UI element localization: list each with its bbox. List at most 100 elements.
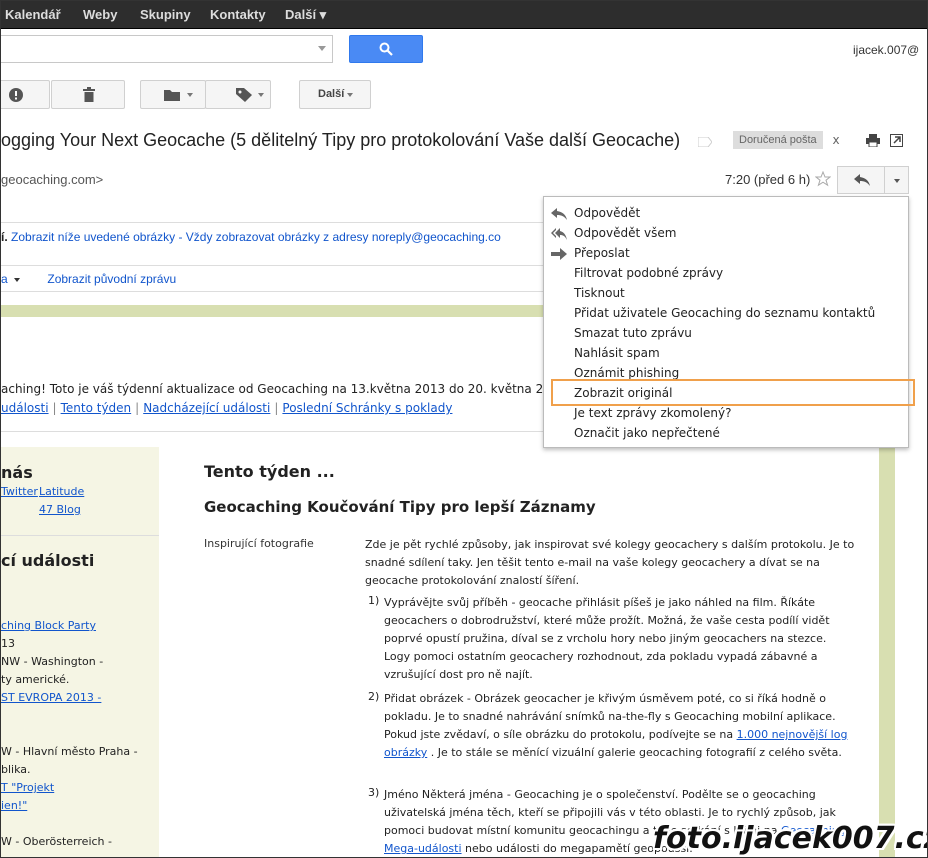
sidebar-event-line: NW - Washington - — [1, 655, 104, 668]
message-actions-row: a Zobrazit původní zprávu — [1, 272, 176, 286]
divider — [1, 265, 546, 266]
labels-button[interactable] — [205, 80, 271, 109]
partial-action[interactable]: a — [1, 272, 8, 286]
print-icon[interactable] — [866, 134, 880, 147]
sidebar-event-line[interactable]: T "Projekt — [1, 781, 54, 794]
menu-item-garbled-text[interactable]: Je text zprávy zkomolený? — [574, 406, 731, 420]
article-title: Geocaching Koučování Tipy pro lepší Zázn… — [204, 498, 596, 516]
divider — [1, 535, 159, 536]
sidebar-heading-social: nás — [1, 463, 33, 482]
list-item: Přidat obrázek - Obrázek geocacher je kř… — [384, 692, 848, 759]
search-icon — [379, 42, 393, 56]
message-more-button[interactable] — [884, 166, 909, 194]
delete-button[interactable] — [51, 80, 125, 109]
folder-icon — [164, 90, 180, 101]
more-actions-label: Další — [318, 88, 345, 100]
menu-item-forward[interactable]: Přeposlat — [574, 246, 630, 260]
latest-caches-link[interactable]: Poslední Schránky s poklady — [282, 401, 452, 415]
menu-item-report-spam[interactable]: Nahlásit spam — [574, 346, 660, 360]
chevron-down-icon — [187, 93, 193, 97]
forward-icon — [551, 248, 567, 260]
sidebar-event-line[interactable]: ien!" — [1, 799, 27, 812]
nav-contacts[interactable]: Kontakty — [210, 7, 266, 22]
nav-more[interactable]: Další ▾ — [285, 7, 326, 23]
menu-item-print[interactable]: Tisknout — [574, 286, 625, 300]
always-show-images-link[interactable]: Vždy zobrazovat obrázky z adresy noreply… — [186, 230, 501, 244]
importance-marker-icon[interactable] — [698, 137, 712, 147]
report-spam-button[interactable] — [1, 80, 50, 109]
sidebar-event-line[interactable]: ST EVROPA 2013 - — [1, 691, 101, 704]
sender-address: geocaching.com> — [1, 172, 104, 187]
inbox-label-tag: Doručená pošta — [733, 131, 823, 149]
menu-item-filter[interactable]: Filtrovat podobné zprávy — [574, 266, 723, 280]
show-images-link[interactable]: Zobrazit níže uvedené obrázky — [11, 230, 175, 244]
reply-icon — [551, 208, 567, 220]
nav-calendar[interactable]: Kalendář — [5, 7, 61, 22]
search-button[interactable] — [349, 35, 423, 63]
gmail-window: Kalendář Weby Skupiny Kontakty Další ▾ i… — [0, 0, 928, 858]
email-sidebar: nás Twitter Latitude 47 Blog cí události… — [1, 447, 159, 857]
menu-item-reply[interactable]: Odpovědět — [574, 206, 640, 220]
sidebar-heading-events: cí události — [1, 551, 95, 570]
upcoming-events-link[interactable]: Nadcházející události — [143, 401, 270, 415]
chevron-down-icon — [14, 277, 21, 282]
spam-icon — [9, 88, 23, 102]
reply-icon — [854, 174, 870, 186]
menu-item-reply-all[interactable]: Odpovědět všem — [574, 226, 676, 240]
divider — [1, 291, 546, 292]
sidebar-event-line: ty americké. — [1, 673, 70, 686]
images-warning-bar: í. Zobrazit níže uvedené obrázky - Vždy … — [1, 230, 501, 244]
nav-sites[interactable]: Weby — [83, 7, 117, 22]
list-number: 3) — [368, 786, 380, 799]
email-section-links: události | Tento týden | Nadcházející událos… — [1, 401, 453, 415]
more-actions-button[interactable]: Další — [299, 80, 371, 109]
events-link[interactable]: události — [1, 401, 49, 415]
list-number: 2) — [368, 690, 380, 703]
menu-item-report-phishing[interactable]: Oznámit phishing — [574, 366, 679, 380]
watermark: foto.ijacek007.cz :-) — [653, 821, 928, 856]
twitter-link[interactable]: Twitter — [1, 485, 38, 498]
label-icon — [236, 88, 252, 102]
section-title-this-week: Tento týden ... — [204, 462, 335, 481]
user-account[interactable]: ijacek.007@ — [853, 43, 919, 57]
message-actions-menu: Odpovědět Odpovědět všem Přeposlat Filtr… — [543, 196, 909, 448]
nav-groups[interactable]: Skupiny — [140, 7, 191, 22]
remove-label-button[interactable]: x — [829, 131, 843, 149]
message-time: 7:20 (před 6 h) — [725, 172, 811, 187]
sidebar-event-line[interactable]: ching Block Party — [1, 619, 96, 632]
sidebar-event-line: blika. — [1, 763, 31, 776]
search-options-icon[interactable] — [318, 46, 326, 51]
images-warning-text: í. — [1, 230, 8, 244]
article-label: Inspirující fotografie — [204, 537, 314, 550]
reply-button[interactable] — [837, 166, 885, 194]
sidebar-event-line: W - Oberösterreich - — [1, 835, 112, 848]
menu-item-mark-unread[interactable]: Označit jako nepřečtené — [574, 426, 720, 440]
chevron-down-icon — [894, 179, 900, 183]
list-number: 1) — [368, 594, 380, 607]
divider — [1, 222, 546, 223]
menu-item-add-contact[interactable]: Přidat uživatele Geocaching do seznamu k… — [574, 306, 875, 320]
show-original-highlight — [551, 379, 915, 406]
show-original-link[interactable]: Zobrazit původní zprávu — [47, 272, 176, 286]
email-right-border — [879, 447, 895, 857]
latitude-link[interactable]: Latitude — [39, 485, 84, 498]
email-subject: ogging Your Next Geocache (5 dělitelný T… — [1, 130, 681, 150]
top-navigation-bar: Kalendář Weby Skupiny Kontakty Další ▾ — [1, 1, 927, 29]
search-input[interactable] — [1, 35, 333, 63]
this-week-link[interactable]: Tento týden — [61, 401, 132, 415]
star-icon[interactable] — [815, 171, 831, 187]
blog-link[interactable]: 47 Blog — [39, 503, 81, 516]
trash-icon — [83, 87, 95, 102]
email-intro-text: aching! Toto je váš týdenní aktualizace … — [1, 382, 570, 396]
menu-item-delete[interactable]: Smazat tuto zprávu — [574, 326, 692, 340]
chevron-down-icon — [258, 93, 264, 97]
sidebar-event-line: W - Hlavní město Praha - — [1, 745, 138, 758]
article-intro: Zde je pět rychlé způsoby, jak inspirova… — [365, 538, 855, 587]
reply-all-icon — [551, 228, 567, 240]
move-to-button[interactable] — [140, 80, 206, 109]
new-window-icon[interactable] — [890, 134, 903, 147]
chevron-down-icon — [347, 93, 353, 97]
separator: - — [175, 230, 186, 244]
list-item: Vyprávějte svůj příběh - geocache přihlá… — [384, 596, 830, 681]
sidebar-event-line: 13 — [1, 637, 15, 650]
